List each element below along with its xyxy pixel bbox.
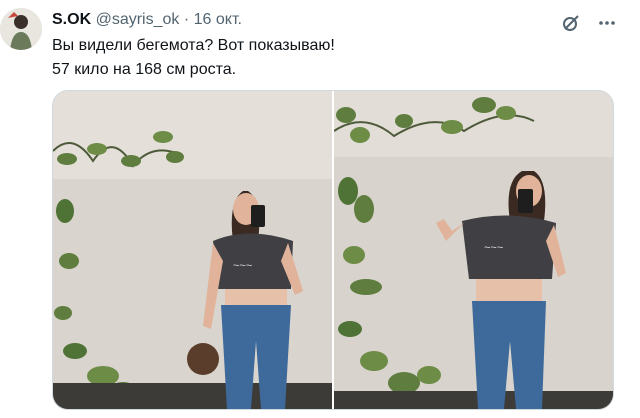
tweet-date[interactable]: 16 окт. <box>194 11 242 28</box>
media-grid: ~~~ ~~~ <box>52 90 614 410</box>
more-horizontal-icon[interactable] <box>596 12 618 34</box>
tweet-text: Вы видели бегемота? Вот показываю! 57 ки… <box>52 34 612 82</box>
tweet-header: S.OK @sayris_ok · 16 окт. <box>52 10 570 30</box>
tweet-actions <box>560 12 618 34</box>
tweet-text-line-1: Вы видели бегемота? Вот показываю! <box>52 37 335 54</box>
author-handle[interactable]: @sayris_ok <box>96 11 180 28</box>
svg-text:~~~: ~~~ <box>484 242 503 254</box>
mirror-selfie-photo-1[interactable]: ~~~ <box>53 91 332 409</box>
mirror-selfie-photo-2[interactable]: ~~~ <box>334 91 613 409</box>
tweet-text-line-2: 57 кило на 168 см роста. <box>52 61 237 78</box>
separator-dot: · <box>183 11 190 28</box>
svg-text:~~~: ~~~ <box>233 260 252 272</box>
author-name[interactable]: S.OK <box>52 11 91 28</box>
slash-circle-icon[interactable] <box>560 12 582 34</box>
avatar[interactable] <box>0 8 42 50</box>
tweet[interactable]: S.OK @sayris_ok · 16 окт. Вы видели беге… <box>0 0 640 418</box>
